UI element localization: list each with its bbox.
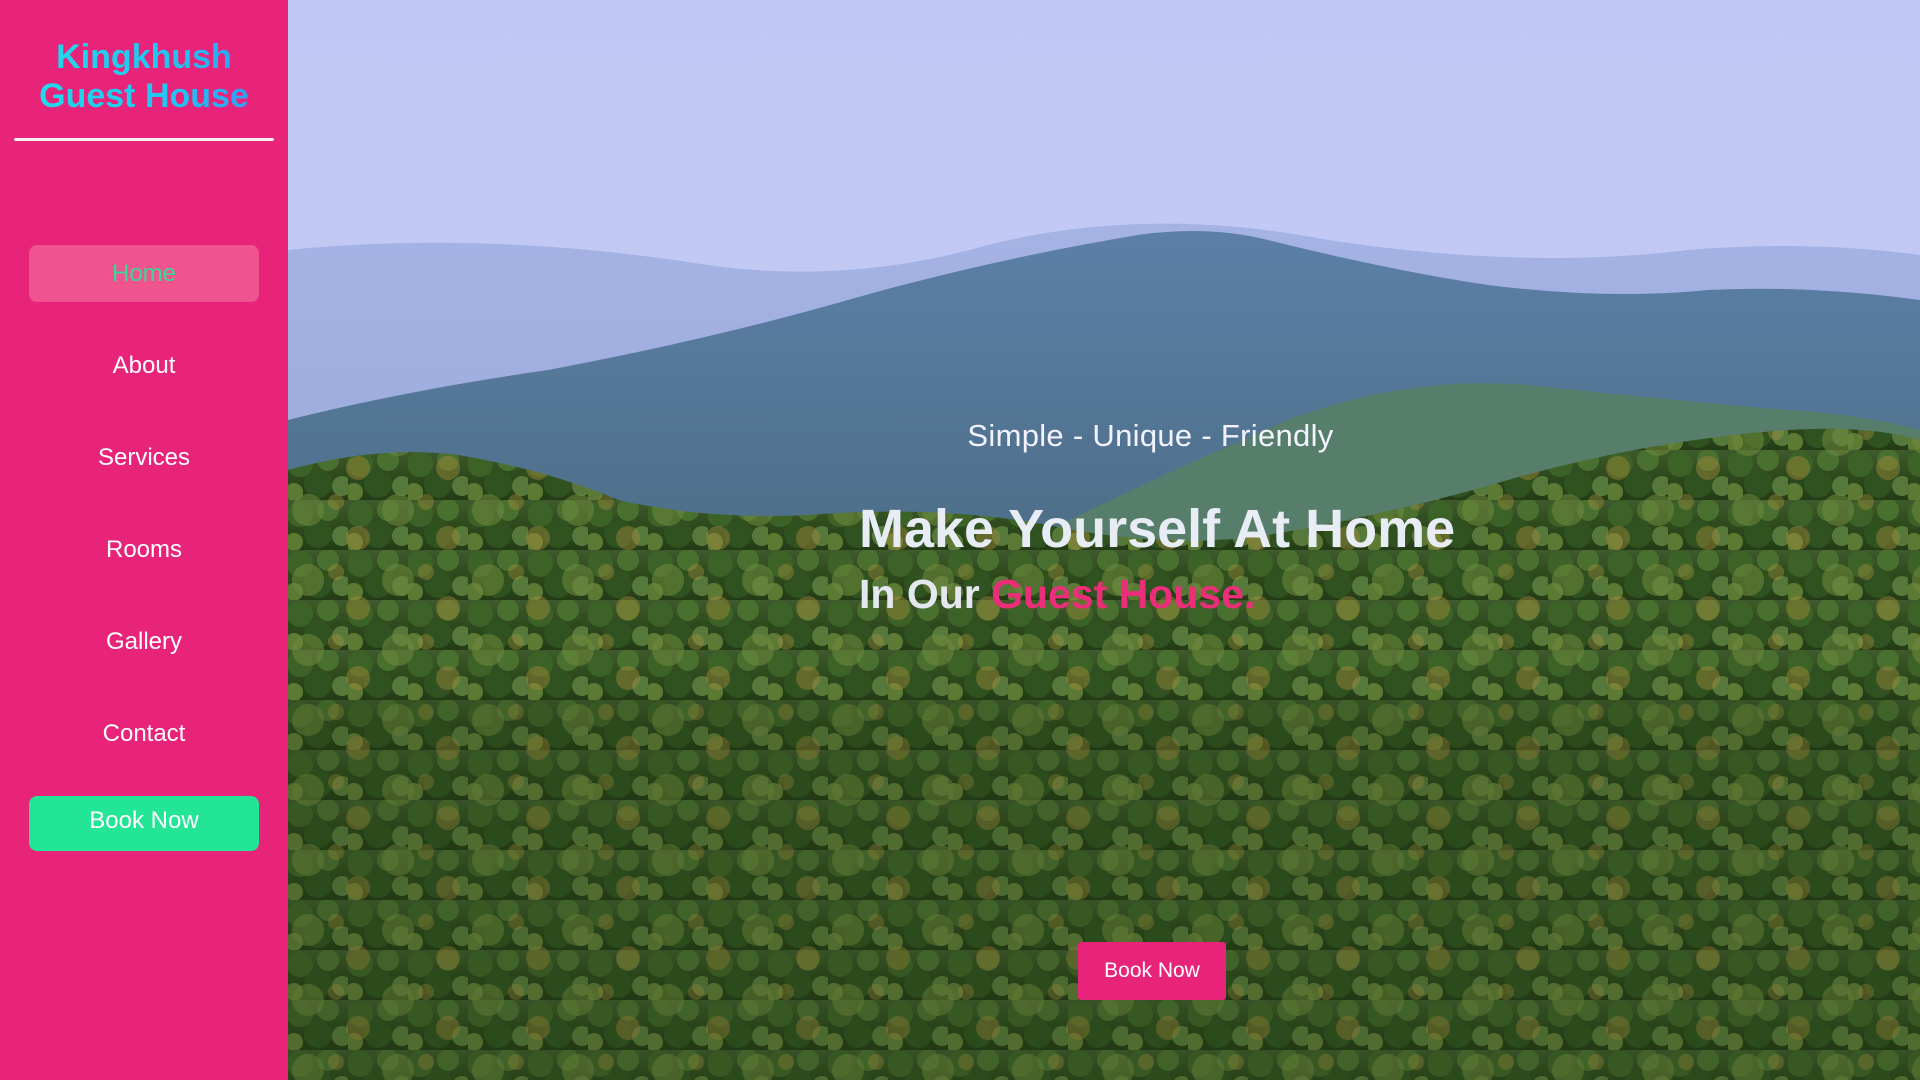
nav-item-home[interactable]: Home [29, 245, 259, 302]
nav-item-contact[interactable]: Contact [29, 705, 259, 762]
nav-item-about[interactable]: About [29, 337, 259, 394]
brand-divider [14, 138, 274, 141]
hero-subline-prefix: In Our [859, 571, 992, 617]
brand-line-2: Guest House [39, 77, 249, 115]
sidebar: Kingkhush Guest House Home About Service… [0, 0, 288, 1080]
hero-section: Simple - Unique - Friendly Make Yourself… [288, 0, 1920, 1080]
nav-item-gallery[interactable]: Gallery [29, 613, 259, 670]
hero-subline-accent: Guest House. [991, 571, 1256, 617]
nav-item-rooms[interactable]: Rooms [29, 521, 259, 578]
sidebar-book-now-button[interactable]: Book Now [29, 796, 259, 851]
sidebar-nav: Home About Services Rooms Gallery Contac… [29, 245, 259, 762]
hero-headline: Make Yourself At Home [859, 499, 1456, 559]
nav-item-services[interactable]: Services [29, 429, 259, 486]
hero-tagline: Simple - Unique - Friendly [967, 418, 1334, 453]
brand-logo[interactable]: Kingkhush Guest House [0, 38, 288, 116]
hero-subline: In Our Guest House. [859, 570, 1255, 618]
brand-line-1: Kingkhush [56, 38, 232, 76]
hero-book-now-button[interactable]: Book Now [1078, 942, 1226, 1000]
